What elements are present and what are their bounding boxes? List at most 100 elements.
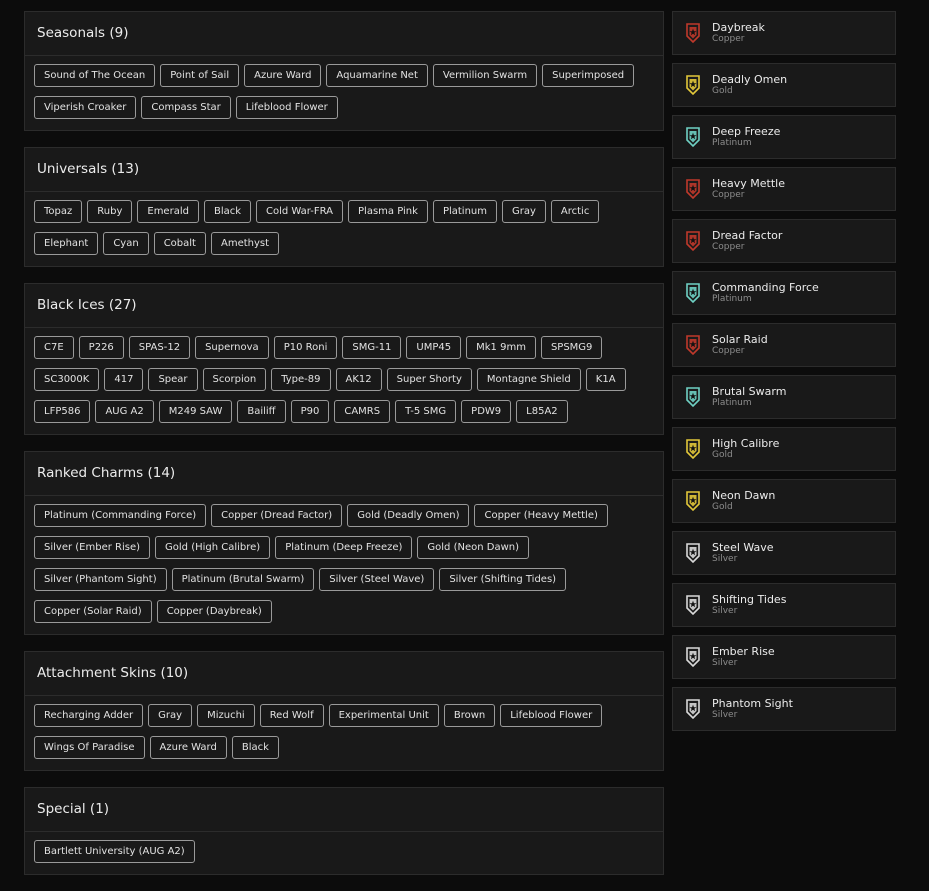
tag-silver-ember-rise[interactable]: Silver (Ember Rise) (34, 536, 151, 559)
tag-emerald[interactable]: Emerald (137, 200, 199, 223)
tag-sound-of-the-ocean[interactable]: Sound of The Ocean (34, 64, 156, 87)
tag-l85a2[interactable]: L85A2 (516, 400, 568, 423)
tag-pdw9[interactable]: PDW9 (461, 400, 512, 423)
tag-point-of-sail[interactable]: Point of Sail (160, 64, 240, 87)
tag-experimental-unit[interactable]: Experimental Unit (328, 704, 439, 727)
tag-red-wolf[interactable]: Red Wolf (259, 704, 324, 727)
tag-gray[interactable]: Gray (148, 704, 193, 727)
charm-card-deadly-omen[interactable]: Deadly Omen Gold (672, 63, 896, 107)
tag-superimposed[interactable]: Superimposed (542, 64, 635, 87)
tag-ruby[interactable]: Ruby (87, 200, 133, 223)
tag-copper-dread-factor[interactable]: Copper (Dread Factor) (211, 504, 343, 527)
tag-ump45[interactable]: UMP45 (406, 336, 462, 359)
tag-p226[interactable]: P226 (78, 336, 124, 359)
section-title: Seasonals (9) (25, 12, 663, 56)
gold-rank-icon (686, 491, 700, 511)
tag-black[interactable]: Black (231, 736, 279, 759)
tag-smg-11[interactable]: SMG-11 (342, 336, 402, 359)
tag-silver-steel-wave[interactable]: Silver (Steel Wave) (319, 568, 435, 591)
tag-elephant[interactable]: Elephant (34, 232, 99, 255)
tag-copper-solar-raid[interactable]: Copper (Solar Raid) (34, 600, 152, 623)
tag-m249-saw[interactable]: M249 SAW (158, 400, 233, 423)
tag-amethyst[interactable]: Amethyst (210, 232, 280, 255)
charm-name: High Calibre (712, 437, 780, 450)
tag-lfp586[interactable]: LFP586 (34, 400, 91, 423)
section-title: Ranked Charms (14) (25, 452, 663, 496)
charm-card-commanding-force[interactable]: Commanding Force Platinum (672, 271, 896, 315)
section-universals: Universals (13) Topaz Ruby Emerald Black Cold… (24, 147, 664, 267)
charm-card-deep-freeze[interactable]: Deep Freeze Platinum (672, 115, 896, 159)
charm-card-neon-dawn[interactable]: Neon Dawn Gold (672, 479, 896, 523)
tag-black[interactable]: Black (203, 200, 252, 223)
tag-copper-heavy-mettle[interactable]: Copper (Heavy Mettle) (474, 504, 608, 527)
tag-bailiff[interactable]: Bailiff (237, 400, 286, 423)
tag-aquamarine-net[interactable]: Aquamarine Net (326, 64, 428, 87)
tag-platinum-commanding-force[interactable]: Platinum (Commanding Force) (34, 504, 207, 527)
tag-brown[interactable]: Brown (443, 704, 496, 727)
tag-platinum[interactable]: Platinum (432, 200, 497, 223)
charm-name: Heavy Mettle (712, 177, 786, 190)
tag-spas-12[interactable]: SPAS-12 (128, 336, 191, 359)
tag-p90[interactable]: P90 (290, 400, 330, 423)
charm-tier: Platinum (712, 398, 752, 408)
tag-type-89[interactable]: Type-89 (271, 368, 331, 391)
tag-platinum-brutal-swarm[interactable]: Platinum (Brutal Swarm) (171, 568, 315, 591)
tag-sc3000k[interactable]: SC3000K (34, 368, 100, 391)
tag-silver-shifting-tides[interactable]: Silver (Shifting Tides) (439, 568, 567, 591)
tag-gold-deadly-omen[interactable]: Gold (Deadly Omen) (347, 504, 470, 527)
tag-bartlett-university-aug-a2[interactable]: Bartlett University (AUG A2) (34, 840, 195, 863)
tag-gold-neon-dawn[interactable]: Gold (Neon Dawn) (417, 536, 529, 559)
tag-cobalt[interactable]: Cobalt (153, 232, 206, 255)
tag-spsmg9[interactable]: SPSMG9 (540, 336, 603, 359)
tag-topaz[interactable]: Topaz (34, 200, 83, 223)
tag-copper-daybreak[interactable]: Copper (Daybreak) (156, 600, 272, 623)
charm-card-brutal-swarm[interactable]: Brutal Swarm Platinum (672, 375, 896, 419)
tag-spear[interactable]: Spear (148, 368, 198, 391)
charm-text: Phantom Sight Silver (712, 697, 793, 721)
charm-card-solar-raid[interactable]: Solar Raid Copper (672, 323, 896, 367)
tag-compass-star[interactable]: Compass Star (141, 96, 231, 119)
section-special: Special (1) Bartlett University (AUG A2) (24, 787, 664, 875)
tag-azure-ward[interactable]: Azure Ward (244, 64, 322, 87)
charm-card-steel-wave[interactable]: Steel Wave Silver (672, 531, 896, 575)
tag-azure-ward[interactable]: Azure Ward (149, 736, 227, 759)
tag-recharging-adder[interactable]: Recharging Adder (34, 704, 144, 727)
charm-text: Solar Raid Copper (712, 333, 768, 357)
tag-wings-of-paradise[interactable]: Wings Of Paradise (34, 736, 145, 759)
charm-card-ember-rise[interactable]: Ember Rise Silver (672, 635, 896, 679)
charm-card-daybreak[interactable]: Daybreak Copper (672, 11, 896, 55)
charm-card-dread-factor[interactable]: Dread Factor Copper (672, 219, 896, 263)
tag-platinum-deep-freeze[interactable]: Platinum (Deep Freeze) (275, 536, 413, 559)
tag-mizuchi[interactable]: Mizuchi (197, 704, 255, 727)
tag-mk1-9mm[interactable]: Mk1 9mm (466, 336, 536, 359)
tag-vermilion-swarm[interactable]: Vermilion Swarm (432, 64, 538, 87)
tag-p10-roni[interactable]: P10 Roni (273, 336, 338, 359)
tag-viperish-croaker[interactable]: Viperish Croaker (34, 96, 137, 119)
tag-ak12[interactable]: AK12 (335, 368, 382, 391)
charm-card-heavy-mettle[interactable]: Heavy Mettle Copper (672, 167, 896, 211)
tag-gray[interactable]: Gray (502, 200, 546, 223)
tag-super-shorty[interactable]: Super Shorty (386, 368, 472, 391)
tag-supernova[interactable]: Supernova (195, 336, 269, 359)
tag-cyan[interactable]: Cyan (103, 232, 149, 255)
tag-cold-war-fra[interactable]: Cold War-FRA (256, 200, 344, 223)
tag-gold-high-calibre[interactable]: Gold (High Calibre) (155, 536, 271, 559)
tag-417[interactable]: 417 (104, 368, 144, 391)
tag-scorpion[interactable]: Scorpion (202, 368, 267, 391)
charm-name: Deadly Omen (712, 73, 788, 86)
tag-lifeblood-flower[interactable]: Lifeblood Flower (235, 96, 338, 119)
tag-camrs[interactable]: CAMRS (334, 400, 391, 423)
tag-lifeblood-flower[interactable]: Lifeblood Flower (500, 704, 603, 727)
tag-plasma-pink[interactable]: Plasma Pink (348, 200, 428, 223)
charm-card-high-calibre[interactable]: High Calibre Gold (672, 427, 896, 471)
tag-arctic[interactable]: Arctic (550, 200, 600, 223)
tag-t-5-smg[interactable]: T-5 SMG (395, 400, 457, 423)
tag-silver-phantom-sight[interactable]: Silver (Phantom Sight) (34, 568, 167, 591)
charm-text: Brutal Swarm Platinum (712, 385, 786, 409)
tag-montagne-shield[interactable]: Montagne Shield (476, 368, 581, 391)
charm-card-shifting-tides[interactable]: Shifting Tides Silver (672, 583, 896, 627)
tag-k1a[interactable]: K1A (585, 368, 626, 391)
tag-aug-a2[interactable]: AUG A2 (95, 400, 154, 423)
tag-c7e[interactable]: C7E (34, 336, 74, 359)
charm-card-phantom-sight[interactable]: Phantom Sight Silver (672, 687, 896, 731)
